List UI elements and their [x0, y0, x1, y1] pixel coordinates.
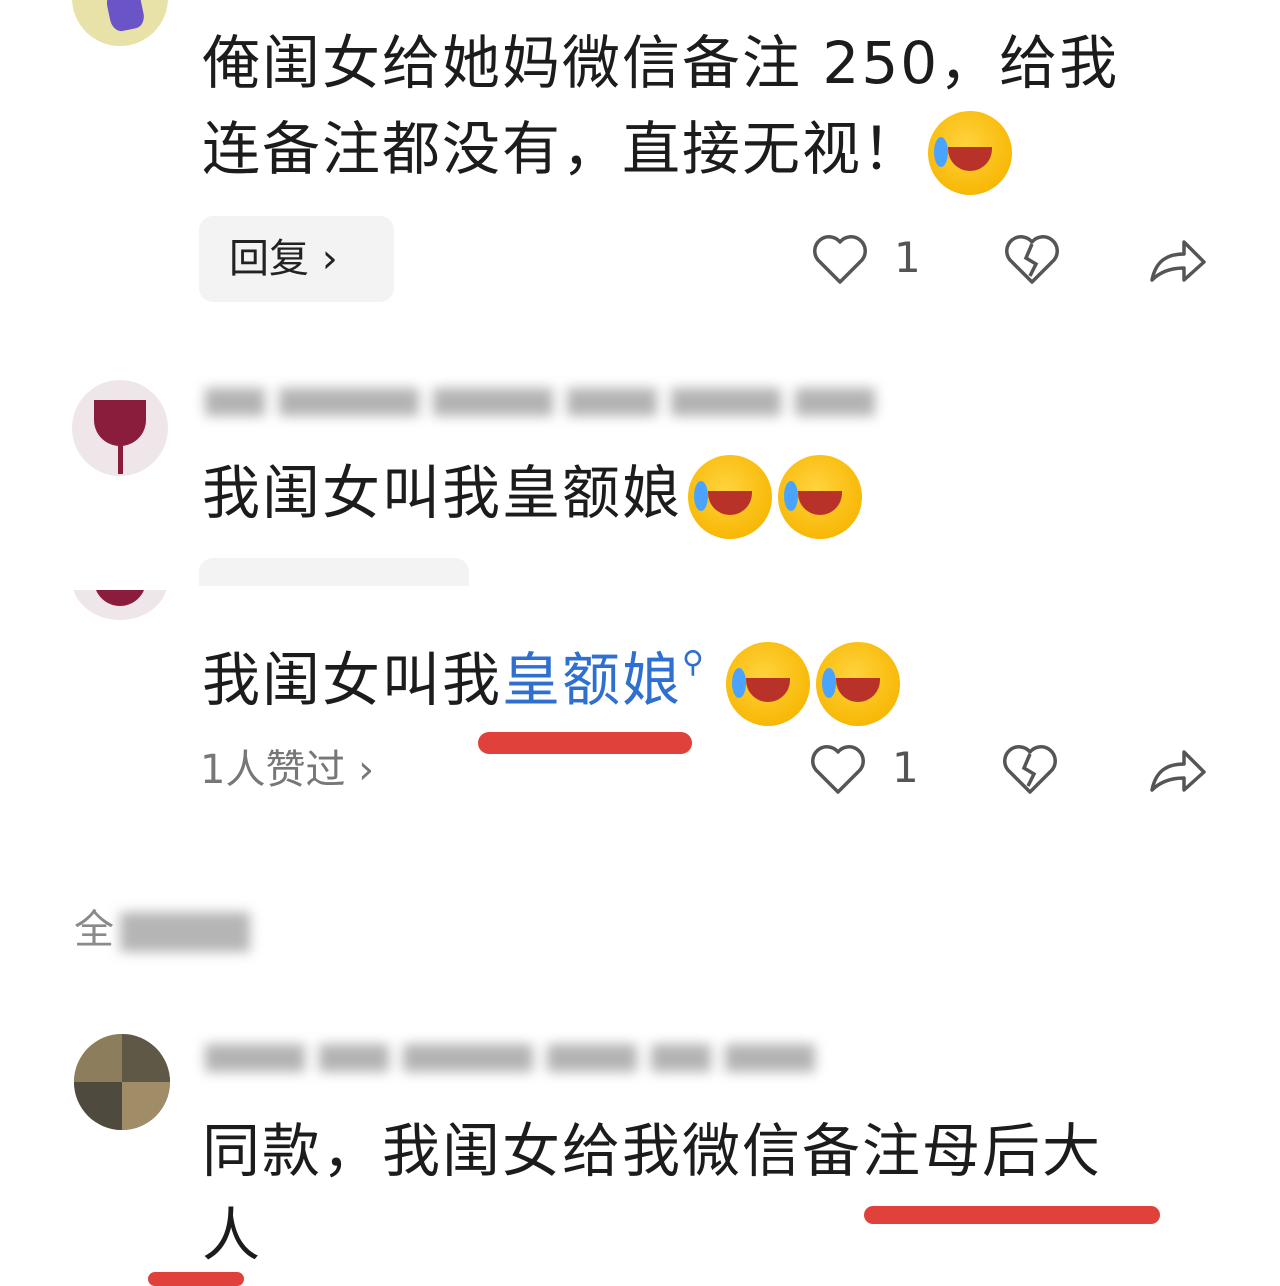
liked-by-label: 1人赞过	[200, 747, 346, 793]
annotation-underline	[148, 1272, 244, 1286]
liked-by-link[interactable]: 1人赞过 ›	[200, 740, 374, 800]
avatar[interactable]	[72, 380, 168, 476]
comment-line: 人	[202, 1201, 263, 1269]
comment-text: 同款，我闺女给我微信备注母后大	[202, 1108, 1102, 1194]
face-with-tears-of-joy-icon	[778, 454, 863, 539]
face-with-tears-of-joy-icon	[688, 454, 773, 539]
comment-line: 连备注都没有，直接无视！	[202, 115, 923, 183]
comment-line: 同款，我闺女给我微信备注母后大	[202, 1117, 1103, 1185]
heart-outline-icon[interactable]	[810, 230, 870, 290]
annotation-underline	[478, 732, 692, 754]
chevron-right-icon: ›	[321, 236, 338, 282]
username-blurred[interactable]	[205, 1044, 829, 1082]
broken-heart-icon[interactable]	[1000, 740, 1060, 800]
comment-text: 我闺女叫我皇额娘	[202, 450, 863, 539]
section-header: 全	[74, 900, 250, 960]
broken-heart-icon[interactable]	[1002, 230, 1062, 290]
username-blurred[interactable]	[205, 388, 889, 426]
blurred-text	[120, 912, 250, 952]
comment-text: 俺闺女给她妈微信备注 250，给我	[202, 20, 1119, 106]
reply-count-button[interactable]	[199, 558, 469, 588]
reply-label: 回复	[229, 236, 309, 282]
comment-line: 我闺女叫我	[202, 646, 503, 714]
avatar[interactable]	[72, 0, 168, 46]
face-with-tears-of-joy-icon	[816, 641, 901, 726]
share-arrow-icon[interactable]	[1146, 740, 1208, 800]
comment-text-line2: 人	[202, 1192, 262, 1278]
comment-line: 俺闺女给她妈微信备注 250，给我	[202, 29, 1120, 97]
heart-outline-icon[interactable]	[808, 740, 868, 800]
avatar[interactable]	[74, 1034, 170, 1130]
like-count: 1	[894, 233, 921, 282]
comment-text: 我闺女叫我皇额娘⚲	[202, 620, 901, 726]
face-with-tears-of-joy-icon	[928, 110, 1013, 195]
section-label: 全	[74, 907, 114, 953]
avatar[interactable]	[72, 590, 168, 620]
chevron-right-icon: ›	[358, 747, 375, 793]
share-arrow-icon[interactable]	[1146, 230, 1208, 290]
reply-button[interactable]: 回复 ›	[199, 216, 394, 302]
comment-text-line2: 连备注都没有，直接无视！	[202, 106, 1013, 195]
comment-line: 我闺女叫我皇额娘	[202, 459, 683, 527]
search-icon: ⚲	[682, 645, 707, 680]
like-count: 1	[892, 743, 919, 792]
annotation-underline	[864, 1206, 1160, 1224]
search-highlight-link[interactable]: 皇额娘	[502, 646, 682, 714]
screenshot-seam	[0, 586, 1280, 590]
face-with-tears-of-joy-icon	[726, 641, 811, 726]
